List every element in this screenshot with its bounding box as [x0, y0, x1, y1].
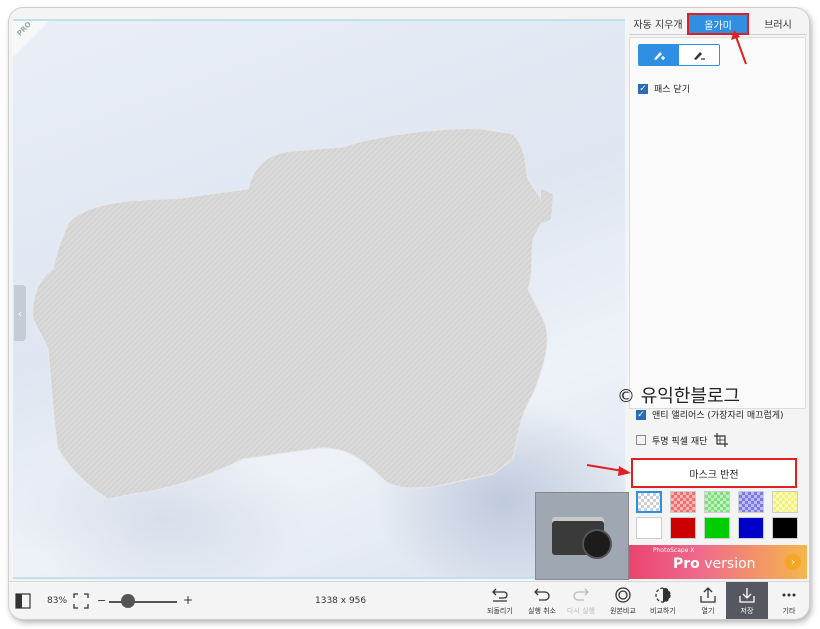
save-icon	[739, 588, 755, 603]
tab-auto-eraser[interactable]: 자동 지우개	[629, 13, 687, 35]
zoom-slider-knob[interactable]	[121, 594, 135, 608]
compare-button[interactable]: 비교하기	[650, 586, 676, 616]
swatch-light-blue[interactable]	[738, 491, 764, 513]
close-path-checkbox[interactable]: ✓ 패스 닫기	[638, 82, 690, 95]
crop-transparent-label: 투명 픽셀 재단	[652, 436, 708, 447]
bottom-toolbar: 83% − + 1338 x 956 되돌리기 실행 취소 다시 실행 원본비교…	[9, 581, 809, 619]
fit-screen-icon[interactable]	[73, 593, 89, 609]
anti-alias-checkbox[interactable]: ✓ 앤티 앨리어스 (가장자리 매끄럽게)	[636, 408, 784, 421]
swatch-transparent[interactable]	[636, 491, 662, 513]
promo-brand: PhotoScape X	[653, 547, 695, 554]
swatch-light-yellow[interactable]	[772, 491, 798, 513]
zoom-in-button[interactable]: +	[183, 593, 193, 607]
checkbox-checked-icon: ✓	[636, 409, 646, 420]
compare-original-icon	[615, 587, 631, 603]
redo-button[interactable]: 다시 실행	[567, 586, 595, 616]
redo-icon	[573, 588, 589, 601]
checkbox-unchecked-icon	[636, 435, 646, 445]
save-button[interactable]: 저장	[738, 586, 756, 616]
lasso-options: ✓ 패스 닫기	[629, 37, 806, 409]
swatch-white[interactable]	[636, 517, 662, 539]
checkbox-checked-icon: ✓	[638, 83, 648, 94]
panel-toggle-icon[interactable]	[15, 593, 31, 609]
open-icon	[700, 587, 716, 603]
arrow-right-icon: ›	[785, 554, 801, 570]
brush-remove-icon[interactable]	[679, 45, 719, 65]
swatch-blue[interactable]	[738, 517, 764, 539]
compare-icon	[655, 587, 671, 603]
open-button[interactable]: 열기	[699, 586, 717, 616]
crop-transparent-checkbox[interactable]: 투명 픽셀 재단	[636, 432, 729, 448]
image-size: 1338 x 956	[315, 596, 367, 606]
swatch-green[interactable]	[704, 517, 730, 539]
tool-tabs: 자동 지우개 올가미 브러시	[629, 13, 807, 35]
more-icon	[782, 593, 796, 597]
annotation-arrow-icon	[586, 464, 631, 476]
zoom-slider[interactable]	[109, 601, 177, 603]
undo-icon	[534, 588, 550, 601]
lasso-mask-selection[interactable]	[13, 19, 625, 579]
brush-add-icon[interactable]	[639, 45, 679, 65]
chevron-left-icon[interactable]: ‹	[14, 285, 26, 341]
close-path-label: 패스 닫기	[654, 85, 690, 95]
preview-thumbnail[interactable]	[535, 492, 629, 580]
watermark: © 유익한블로그	[617, 386, 741, 407]
compare-original-button[interactable]: 원본비교	[610, 586, 636, 616]
mask-color-swatches	[636, 491, 808, 539]
undo-button[interactable]: 실행 취소	[528, 586, 556, 616]
crop-icon	[714, 433, 729, 447]
swatch-black[interactable]	[772, 517, 798, 539]
pro-version-banner[interactable]: PhotoScape X Pro version ›	[629, 545, 807, 579]
revert-icon	[491, 588, 508, 602]
revert-button[interactable]: 되돌리기	[487, 586, 513, 616]
app-window: PRO ‹ 자동 지우개 올가미 브러시 ✓ 패스 닫기 © 유익한블로그 ✓ …	[9, 8, 809, 619]
anti-alias-label: 앤티 앨리어스 (가장자리 매끄럽게)	[652, 411, 784, 421]
promo-title: Pro version	[673, 556, 756, 572]
zoom-out-button[interactable]: −	[97, 594, 106, 607]
more-button[interactable]: 기타	[780, 586, 798, 616]
swatch-light-green[interactable]	[704, 491, 730, 513]
zoom-level[interactable]: 83%	[47, 596, 67, 606]
image-canvas[interactable]: PRO	[13, 19, 625, 579]
mask-invert-button[interactable]: 마스크 반전	[631, 458, 797, 488]
swatch-red[interactable]	[670, 517, 696, 539]
annotation-arrow-icon	[731, 30, 747, 65]
lasso-mode-group	[638, 44, 720, 66]
swatch-light-red[interactable]	[670, 491, 696, 513]
